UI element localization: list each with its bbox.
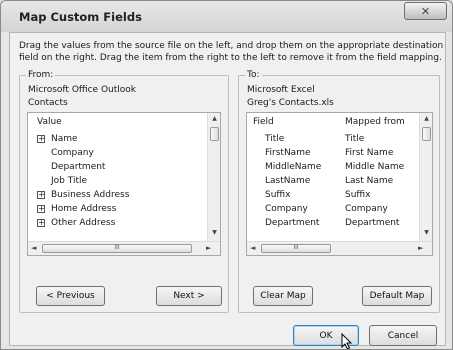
field-name: Department <box>265 218 320 228</box>
from-label: From: <box>26 70 56 80</box>
close-icon: ✕ <box>420 4 431 18</box>
list-item-label: Other Address <box>51 218 116 228</box>
list-item[interactable]: + Other Address <box>28 216 208 230</box>
source-folder: Contacts <box>28 98 68 108</box>
dialog-body: Drag the values from the source file on … <box>9 32 446 346</box>
table-row[interactable]: Title Title <box>247 132 419 146</box>
cancel-button[interactable]: Cancel <box>369 325 437 346</box>
default-map-button[interactable]: Default Map <box>362 286 432 306</box>
field-name: Suffix <box>265 190 291 200</box>
field-column-header[interactable]: Field <box>253 117 274 127</box>
mapped-from-column-header[interactable]: Mapped from <box>345 117 405 127</box>
table-row[interactable]: LastName Last Name <box>247 174 419 188</box>
mapped-from-value: Middle Name <box>345 162 405 172</box>
target-file: Greg's Contacts.xls <box>247 98 334 108</box>
table-row[interactable]: Company Company <box>247 202 419 216</box>
expand-icon[interactable]: + <box>37 135 45 143</box>
source-list-header: Value <box>28 113 220 131</box>
close-button[interactable]: ✕ <box>404 2 447 20</box>
instructions-text: Drag the values from the source file on … <box>19 41 444 63</box>
destination-vertical-scrollbar[interactable]: ▲ ▼ <box>419 113 432 241</box>
list-item-label: Job Title <box>51 176 88 186</box>
grip-icon: III <box>293 244 299 251</box>
list-item-label: Name <box>51 134 78 144</box>
field-name: Title <box>265 134 285 144</box>
scroll-up-arrow-icon[interactable]: ▲ <box>208 115 221 122</box>
list-item[interactable]: + Home Address <box>28 202 208 216</box>
target-app: Microsoft Excel <box>247 85 315 95</box>
mapped-from-value: Suffix <box>345 190 371 200</box>
dialog-title: Map Custom Fields <box>19 10 142 24</box>
list-item[interactable]: + Name <box>28 132 208 146</box>
table-row[interactable]: FirstName First Name <box>247 146 419 160</box>
next-button[interactable]: Next > <box>156 286 222 306</box>
destination-horizontal-scrollbar[interactable]: ◄ III ► <box>247 241 432 255</box>
destination-list-header: Field Mapped from <box>247 113 432 131</box>
destination-field-list[interactable]: Field Mapped from Title Title FirstName … <box>246 112 433 256</box>
to-group: To: Microsoft Excel Greg's Contacts.xls … <box>238 70 440 313</box>
value-column-header[interactable]: Value <box>37 117 62 127</box>
list-item[interactable]: Job Title <box>28 174 208 188</box>
to-label: To: <box>245 70 262 80</box>
source-vertical-scrollbar[interactable]: ▲ ▼ <box>207 113 220 241</box>
mouse-pointer-icon <box>341 333 353 349</box>
scroll-thumb[interactable] <box>210 127 219 141</box>
source-horizontal-scrollbar[interactable]: ◄ III ► <box>28 241 220 255</box>
scroll-right-arrow-icon[interactable]: ► <box>418 244 423 252</box>
title-bar: Map Custom Fields ✕ <box>1 1 452 32</box>
source-field-list[interactable]: Value + Name Company Department Job Titl… <box>27 112 221 256</box>
list-item[interactable]: + Business Address <box>28 188 208 202</box>
field-name: FirstName <box>265 148 311 158</box>
mapped-from-value: First Name <box>345 148 394 158</box>
expand-icon[interactable]: + <box>37 191 45 199</box>
expand-icon[interactable]: + <box>37 205 45 213</box>
list-item-label: Business Address <box>51 190 130 200</box>
mapped-from-value: Last Name <box>345 176 394 186</box>
clear-map-button[interactable]: Clear Map <box>253 286 313 306</box>
mapped-from-value: Company <box>345 204 388 214</box>
horizontal-scroll-thumb[interactable]: III <box>42 244 192 253</box>
list-item[interactable]: Company <box>28 146 208 160</box>
field-name: LastName <box>265 176 311 186</box>
list-item-label: Department <box>51 162 106 172</box>
table-row[interactable]: MiddleName Middle Name <box>247 160 419 174</box>
field-name: Company <box>265 204 308 214</box>
from-group: From: Microsoft Office Outlook Contacts … <box>19 70 229 313</box>
table-row[interactable]: Department Department <box>247 216 419 230</box>
mapped-from-value: Department <box>345 218 400 228</box>
expand-icon[interactable]: + <box>37 219 45 227</box>
scroll-down-arrow-icon[interactable]: ▼ <box>420 229 433 236</box>
horizontal-scroll-thumb[interactable]: III <box>261 244 331 253</box>
scroll-left-arrow-icon[interactable]: ◄ <box>31 244 36 252</box>
scroll-right-arrow-icon[interactable]: ► <box>206 244 211 252</box>
field-name: MiddleName <box>265 162 322 172</box>
mapped-from-value: Title <box>345 134 365 144</box>
map-custom-fields-dialog: Map Custom Fields ✕ Drag the values from… <box>0 0 453 350</box>
scroll-left-arrow-icon[interactable]: ◄ <box>250 244 255 252</box>
table-row[interactable]: Suffix Suffix <box>247 188 419 202</box>
previous-button[interactable]: < Previous <box>36 286 105 306</box>
scroll-up-arrow-icon[interactable]: ▲ <box>420 115 433 122</box>
scroll-thumb[interactable] <box>422 127 431 141</box>
scroll-down-arrow-icon[interactable]: ▼ <box>208 229 221 236</box>
list-item[interactable]: Department <box>28 160 208 174</box>
list-item-label: Company <box>51 148 94 158</box>
list-item-label: Home Address <box>51 204 117 214</box>
source-app: Microsoft Office Outlook <box>28 85 136 95</box>
grip-icon: III <box>114 244 120 251</box>
